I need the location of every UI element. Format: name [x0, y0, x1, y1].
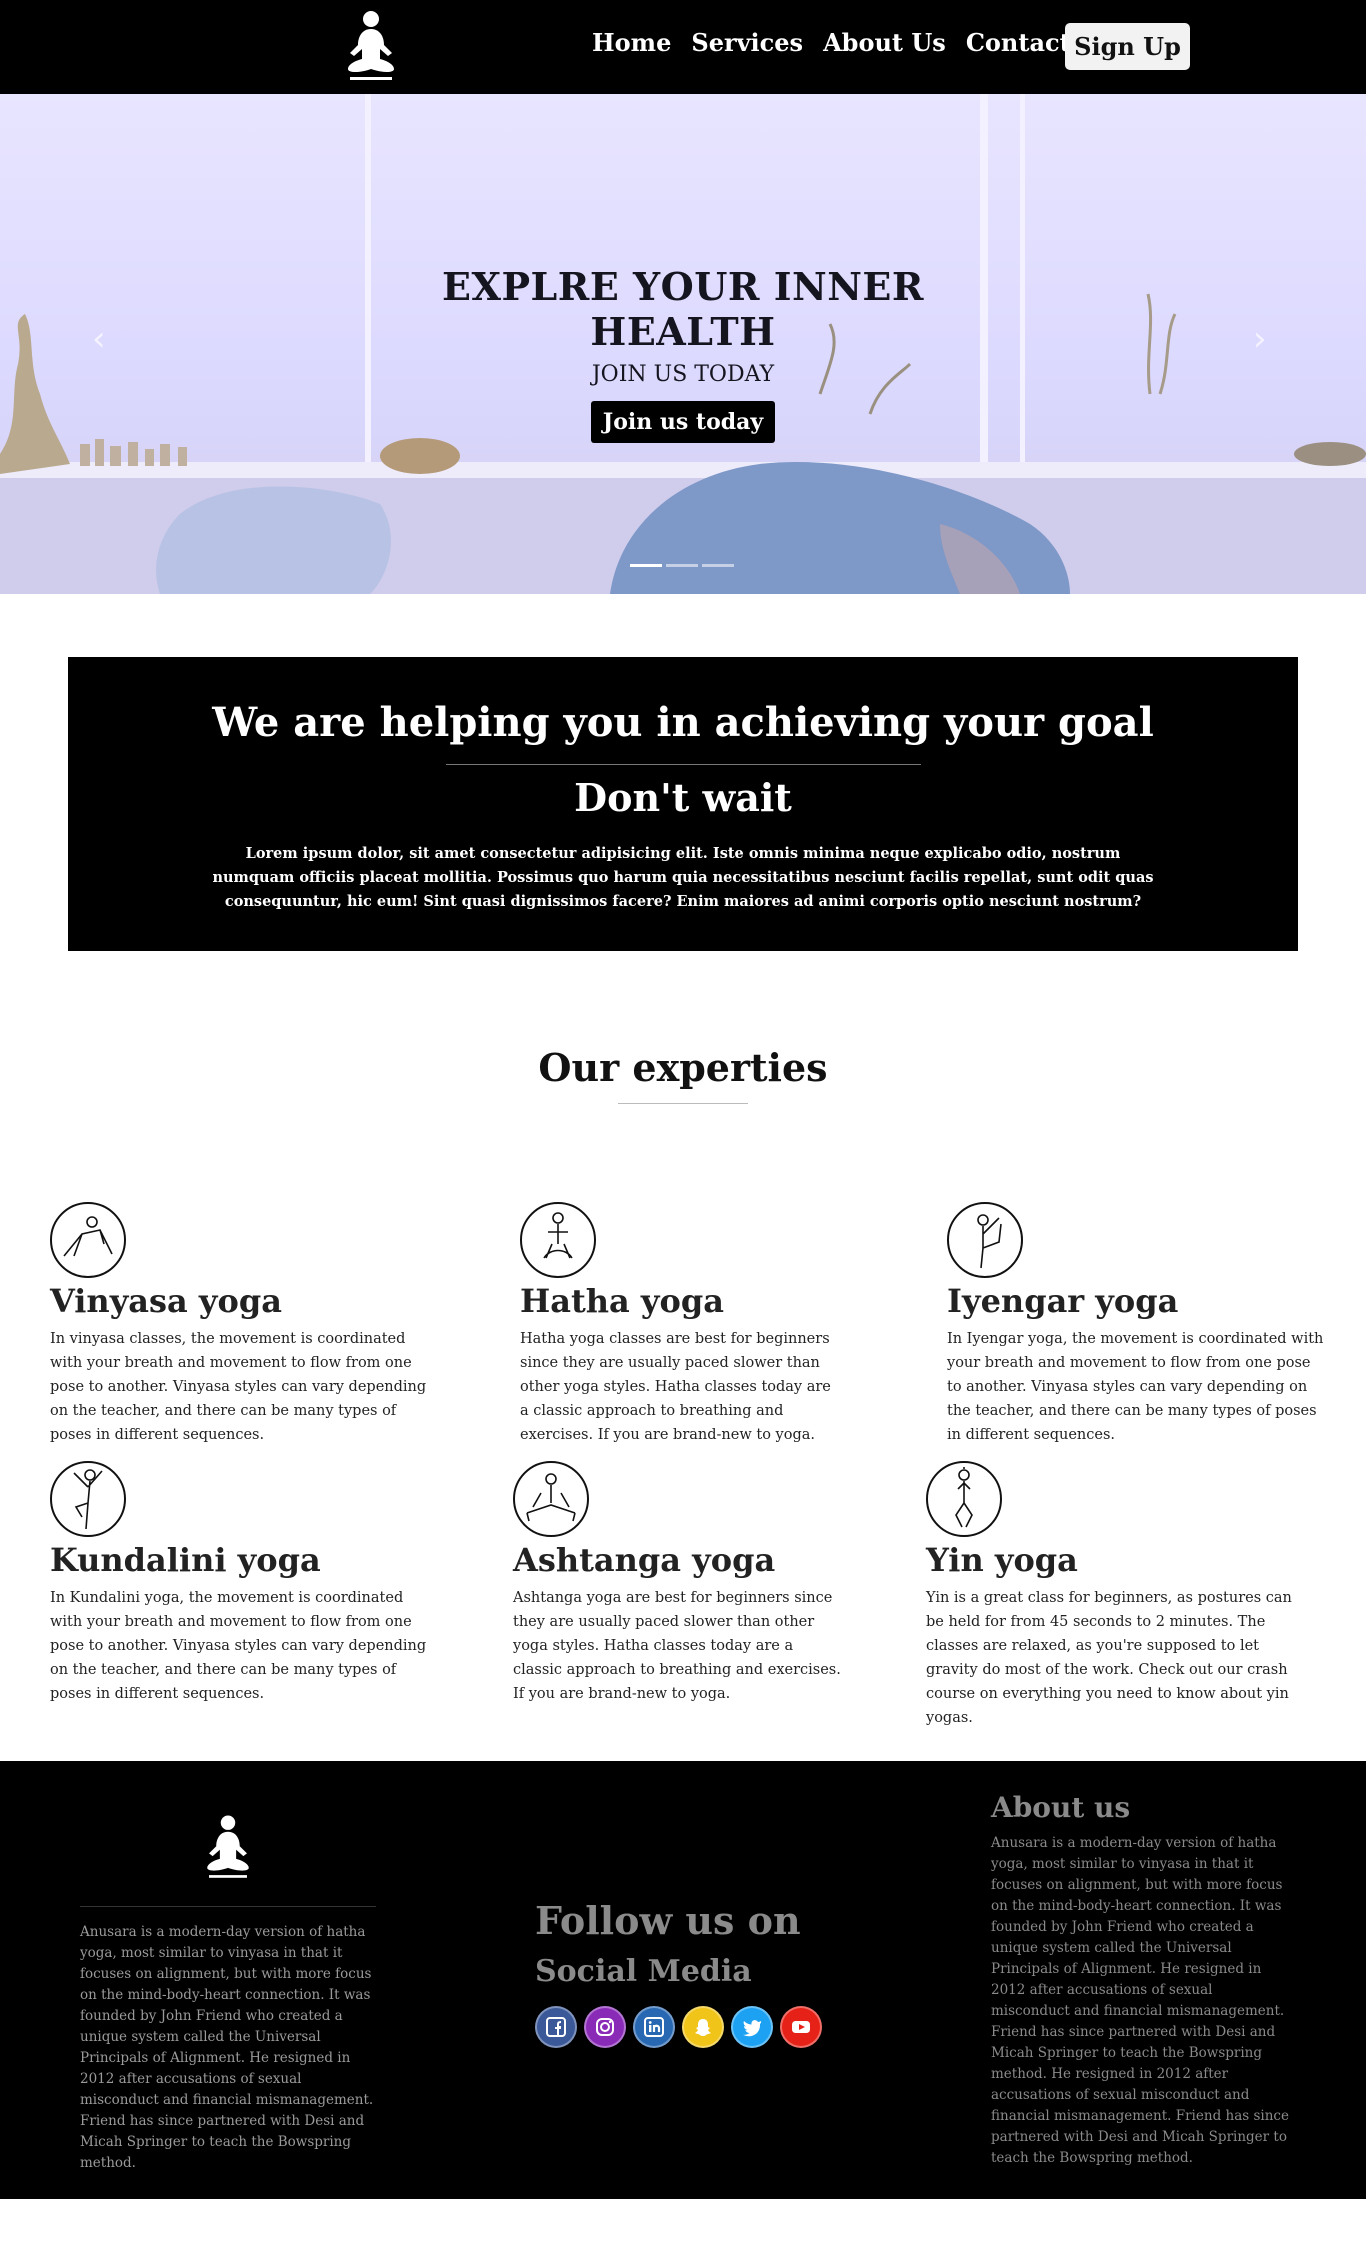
- card-text: In vinyasa classes, the movement is coor…: [50, 1331, 427, 1443]
- meditating-person-icon[interactable]: [340, 9, 402, 85]
- social-links: [535, 2006, 829, 2048]
- hero-caption: EXPLRE YOUR INNER HEALTH JOIN US TODAY J…: [0, 264, 1366, 443]
- chevron-left-icon[interactable]: ‹: [92, 319, 106, 359]
- card-title: Yin yoga: [926, 1541, 1078, 1579]
- carousel-indicators: [630, 564, 738, 567]
- linkedin-icon[interactable]: [633, 2006, 675, 2048]
- meditating-person-icon: [207, 1815, 249, 1878]
- goal-text: Lorem ipsum dolor, sit amet consectetur …: [212, 845, 1154, 910]
- expertise-divider: [618, 1103, 748, 1104]
- carousel-indicator-1[interactable]: [630, 564, 662, 567]
- goal-subtitle: Don't wait: [574, 775, 792, 820]
- expertise-card-ashtanga: Ashtanga yoga Ashtanga yoga are best for…: [513, 1461, 843, 1706]
- follow-title: Follow us on: [535, 1898, 801, 1943]
- snapchat-icon[interactable]: [682, 2006, 724, 2048]
- expertise-card-iyengar: Iyengar yoga In Iyengar yoga, the moveme…: [947, 1202, 1327, 1447]
- hero-title-line2: HEALTH: [590, 309, 776, 354]
- carousel-indicator-2[interactable]: [666, 564, 698, 567]
- goal-title: We are helping you in achieving your goa…: [212, 699, 1154, 746]
- ashtanga-pose-icon: [513, 1461, 589, 1537]
- nav-links: Home Services About Us Contact Us: [592, 28, 1134, 57]
- hero-title-line1: EXPLRE YOUR INNER: [442, 264, 924, 309]
- expertise-card-hatha: Hatha yoga Hatha yoga classes are best f…: [520, 1202, 840, 1447]
- join-us-button[interactable]: Join us today: [590, 401, 776, 443]
- expertise-heading: Our experties: [538, 1045, 828, 1090]
- card-title: Iyengar yoga: [947, 1282, 1179, 1320]
- twitter-icon[interactable]: [731, 2006, 773, 2048]
- yin-pose-icon: [926, 1461, 1002, 1537]
- card-title: Kundalini yoga: [50, 1541, 321, 1579]
- carousel-indicator-3[interactable]: [702, 564, 734, 567]
- about-text: Anusara is a modern-day version of hatha…: [991, 1835, 1289, 2166]
- card-text: In Iyengar yoga, the movement is coordin…: [947, 1331, 1324, 1443]
- facebook-icon[interactable]: [535, 2006, 577, 2048]
- hero-carousel: EXPLRE YOUR INNER HEALTH JOIN US TODAY J…: [0, 94, 1366, 594]
- hatha-pose-icon: [520, 1202, 596, 1278]
- footer-description: Anusara is a modern-day version of hatha…: [80, 1924, 374, 2171]
- card-title: Vinyasa yoga: [50, 1282, 282, 1320]
- navbar: Home Services About Us Contact Us Sign U…: [0, 0, 1366, 94]
- kundalini-pose-icon: [50, 1461, 126, 1537]
- hero-subtitle: JOIN US TODAY: [591, 362, 775, 387]
- footer: Anusara is a modern-day version of hatha…: [0, 1761, 1366, 2199]
- nav-services-link[interactable]: Services: [691, 28, 803, 57]
- card-text: Yin is a great class for beginners, as p…: [926, 1590, 1292, 1726]
- expertise-card-vinyasa: Vinyasa yoga In vinyasa classes, the mov…: [50, 1202, 430, 1447]
- nav-home-link[interactable]: Home: [592, 28, 671, 57]
- signup-button[interactable]: Sign Up: [1065, 23, 1190, 70]
- chevron-right-icon[interactable]: ›: [1253, 319, 1267, 359]
- nav-about-link[interactable]: About Us: [823, 28, 946, 57]
- footer-divider: [80, 1906, 376, 1907]
- iyengar-pose-icon: [947, 1202, 1023, 1278]
- about-title: About us: [991, 1791, 1131, 1824]
- expertise-card-yin: Yin yoga Yin is a great class for beginn…: [926, 1461, 1306, 1730]
- instagram-icon[interactable]: [584, 2006, 626, 2048]
- youtube-icon[interactable]: [780, 2006, 822, 2048]
- card-text: Ashtanga yoga are best for beginners sin…: [513, 1590, 841, 1702]
- goal-divider: [445, 764, 921, 765]
- card-text: In Kundalini yoga, the movement is coord…: [50, 1590, 427, 1702]
- expertise-card-kundalini: Kundalini yoga In Kundalini yoga, the mo…: [50, 1461, 430, 1706]
- card-text: Hatha yoga classes are best for beginner…: [520, 1331, 831, 1443]
- card-title: Hatha yoga: [520, 1282, 724, 1320]
- card-title: Ashtanga yoga: [513, 1541, 776, 1579]
- goal-banner: We are helping you in achieving your goa…: [68, 657, 1298, 951]
- follow-subtitle: Social Media: [535, 1954, 752, 1989]
- vinyasa-pose-icon: [50, 1202, 126, 1278]
